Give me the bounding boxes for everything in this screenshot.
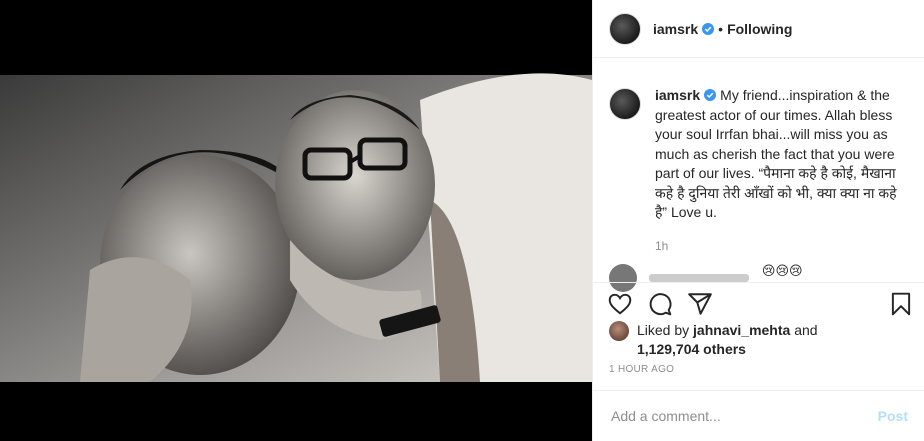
liker-avatar[interactable] (609, 321, 629, 341)
author-username[interactable]: iamsrk (653, 21, 698, 37)
post-header: iamsrk • Following (593, 0, 924, 58)
caption-time[interactable]: 1h (655, 237, 899, 257)
likes-count[interactable]: 1,129,704 others (637, 341, 746, 357)
comment-emoji: 😢😢😢 (761, 263, 803, 278)
header-separator: • (718, 20, 724, 37)
action-bar (593, 282, 924, 323)
comment-icon[interactable] (647, 291, 673, 317)
verified-badge-icon (702, 22, 715, 35)
caption-content: iamsrk My friend...inspiration & the gre… (655, 86, 899, 256)
verified-badge-icon (704, 89, 717, 101)
post-sidebar: iamsrk • Following iamsrk My friend...in… (592, 0, 924, 441)
author-avatar[interactable] (609, 12, 641, 45)
share-icon[interactable] (687, 291, 713, 317)
heart-icon[interactable] (607, 291, 633, 317)
likes-prefix: Liked by (637, 322, 690, 338)
comment-username-blur (649, 274, 750, 282)
caption-avatar[interactable] (609, 88, 641, 120)
likes-text: Liked by jahnavi_mehta and 1,129,704 oth… (637, 321, 818, 359)
post-timestamp[interactable]: 1 HOUR AGO (609, 364, 674, 375)
caption-block: iamsrk My friend...inspiration & the gre… (609, 86, 899, 256)
post-button[interactable]: Post (878, 408, 908, 424)
likes-summary: Liked by jahnavi_mehta and 1,129,704 oth… (609, 321, 818, 359)
instagram-post-modal: iamsrk • Following iamsrk My friend...in… (0, 0, 924, 441)
post-photo-illustration (0, 0, 592, 441)
likes-conj: and (794, 322, 818, 338)
comment-box: Post (593, 390, 924, 441)
following-button[interactable]: Following (727, 21, 792, 37)
comment-input[interactable] (609, 407, 878, 425)
bookmark-icon[interactable] (888, 291, 914, 317)
caption-text: My friend...inspiration & the greatest a… (655, 87, 897, 220)
caption-username[interactable]: iamsrk (655, 87, 700, 103)
post-photo[interactable] (0, 0, 592, 441)
liker-username[interactable]: jahnavi_mehta (693, 322, 790, 338)
